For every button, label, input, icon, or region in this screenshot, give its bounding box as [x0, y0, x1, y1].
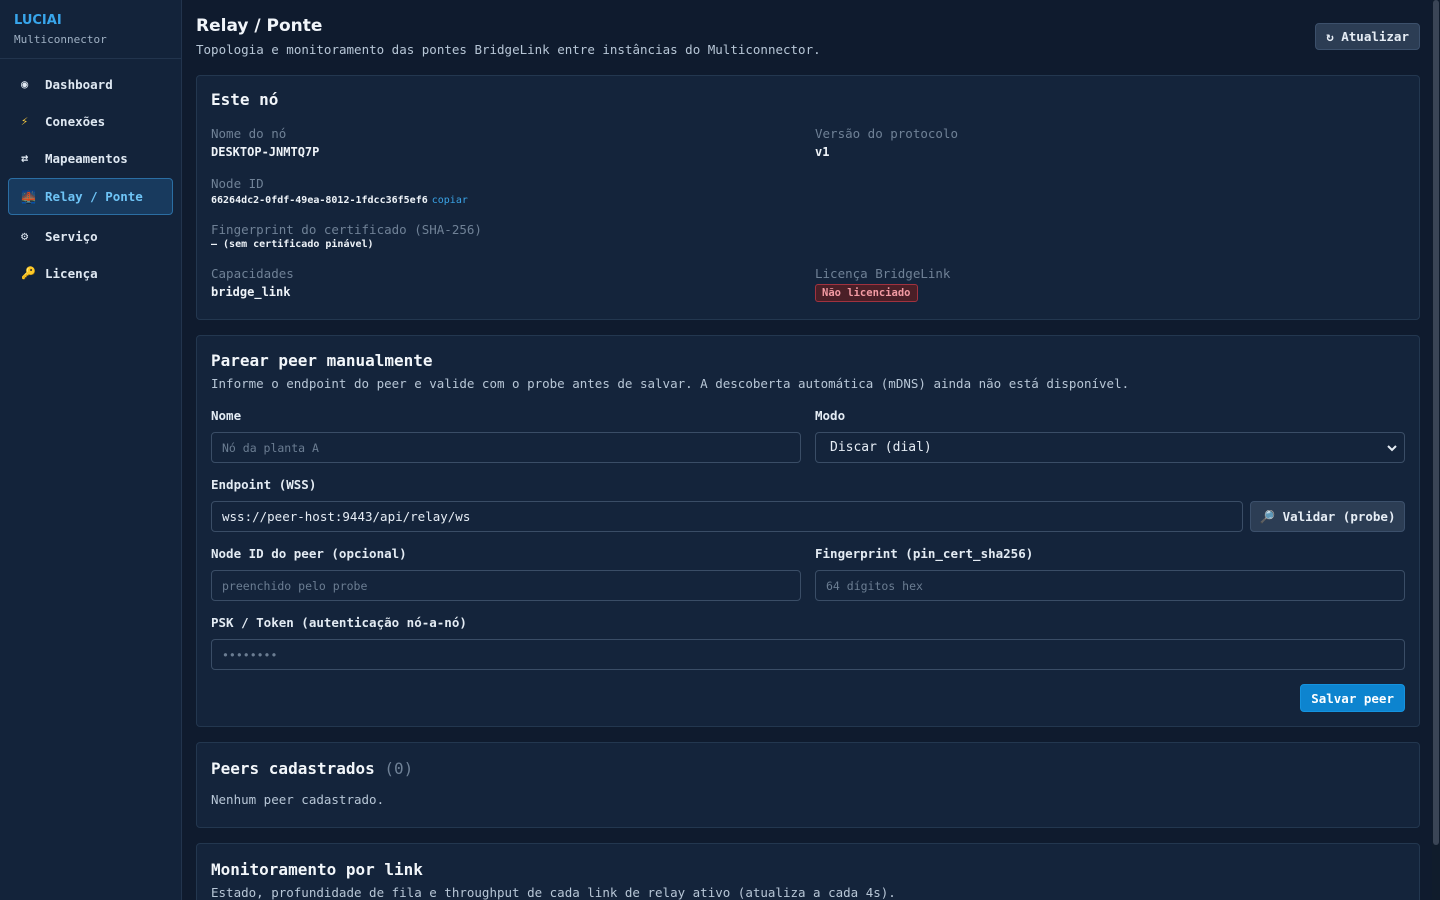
sidebar-item-label: Licença [45, 265, 98, 281]
page-header: Relay / Ponte Topologia e monitoramento … [196, 0, 1420, 75]
endpoint-input[interactable]: wss://peer-host:9443/api/relay/ws [211, 501, 1243, 532]
peers-card-title: Peers cadastrados (0) [211, 759, 1405, 778]
probe-button[interactable]: 🔎 Validar (probe) [1250, 501, 1405, 532]
sidebar-item-label: Mapeamentos [45, 150, 128, 166]
mode-field-label: Modo [815, 408, 846, 423]
pair-peer-card: Parear peer manualmente Informe o endpoi… [196, 335, 1420, 727]
node-id-value: 66264dc2-0fdf-49ea-8012-1fdcc36f5ef6 [211, 195, 428, 206]
monitor-card-description: Estado, profundidade de fila e throughpu… [211, 885, 896, 900]
monitor-card-title: Monitoramento por link [211, 860, 423, 879]
gear-icon: ⚙ [21, 229, 29, 243]
sidebar-item-licenca[interactable]: 🔑 Licença [8, 255, 173, 291]
capabilities-value: bridge_link [211, 285, 291, 299]
endpoint-field-label: Endpoint (WSS) [211, 477, 317, 492]
lightning-icon: ⚡ [21, 114, 29, 128]
capabilities-label: Capacidades [211, 266, 294, 281]
fingerprint-value: — (sem certificado pinável) [211, 239, 374, 250]
refresh-button[interactable]: ↻ Atualizar [1315, 23, 1420, 50]
peer-node-id-input[interactable]: preenchido pelo probe [211, 570, 801, 601]
sidebar: LUCIAI Multiconnector ◉ Dashboard ⚡ Cone… [0, 0, 182, 900]
protocol-version-label: Versão do protocolo [815, 126, 958, 141]
pair-card-description: Informe o endpoint do peer e valide com … [211, 376, 1130, 391]
sidebar-item-label: Dashboard [45, 76, 113, 92]
peers-title-text: Peers cadastrados [211, 759, 375, 778]
peers-count: (0) [384, 759, 414, 778]
psk-input[interactable]: •••••••• [211, 639, 1405, 670]
dashboard-icon: ◉ [21, 77, 29, 91]
sidebar-item-servico[interactable]: ⚙ Serviço [8, 218, 173, 254]
sidebar-item-dashboard[interactable]: ◉ Dashboard [8, 66, 173, 102]
sidebar-item-mapeamentos[interactable]: ⇄ Mapeamentos [8, 140, 173, 176]
brand: LUCIAI Multiconnector [0, 0, 181, 59]
node-id-label: Node ID [211, 176, 264, 191]
peers-card: Peers cadastrados (0) Nenhum peer cadast… [196, 742, 1420, 828]
save-peer-button[interactable]: Salvar peer [1300, 684, 1405, 712]
peer-fingerprint-label: Fingerprint (pin_cert_sha256) [815, 546, 1034, 561]
peers-empty-message: Nenhum peer cadastrado. [211, 792, 385, 807]
brand-subtitle: Multiconnector [14, 33, 107, 46]
name-field-label: Nome [211, 408, 242, 423]
node-card: Este nó Nome do nó DESKTOP-JNMTQ7P Versã… [196, 75, 1420, 320]
sidebar-nav: ◉ Dashboard ⚡ Conexões ⇄ Mapeamentos 🌉 R… [0, 59, 181, 299]
copy-node-id-link[interactable]: copiar [432, 195, 468, 206]
node-name-value: DESKTOP-JNMTQ7P [211, 145, 320, 159]
sidebar-item-conexoes[interactable]: ⚡ Conexões [8, 103, 173, 139]
mode-selected-value: Discar (dial) [830, 440, 932, 455]
mode-select[interactable]: Discar (dial) [815, 432, 1405, 463]
protocol-version-value: v1 [815, 145, 830, 159]
name-input[interactable]: Nó da planta A [211, 432, 801, 463]
sidebar-item-label: Relay / Ponte [45, 189, 143, 204]
monitor-card: Monitoramento por link Estado, profundid… [196, 843, 1420, 900]
sidebar-item-relay-ponte[interactable]: 🌉 Relay / Ponte [8, 178, 173, 215]
peer-node-id-label: Node ID do peer (opcional) [211, 546, 407, 561]
sidebar-item-label: Serviço [45, 228, 98, 244]
pair-card-title: Parear peer manualmente [211, 351, 433, 370]
chevron-down-icon [1387, 444, 1397, 451]
sidebar-item-label: Conexões [45, 113, 106, 129]
brand-title: LUCIAI [14, 13, 62, 28]
peer-fingerprint-input[interactable]: 64 dígitos hex [815, 570, 1405, 601]
scrollbar-thumb[interactable] [1433, 0, 1439, 845]
arrows-exchange-icon: ⇄ [21, 151, 29, 165]
bridge-icon: 🌉 [21, 189, 36, 204]
fingerprint-label: Fingerprint do certificado (SHA-256) [211, 222, 482, 237]
node-name-label: Nome do nó [211, 126, 287, 141]
node-card-title: Este nó [211, 90, 279, 109]
main-content: Relay / Ponte Topologia e monitoramento … [182, 0, 1432, 900]
psk-field-label: PSK / Token (autenticação nó-a-nó) [211, 615, 467, 630]
key-icon: 🔑 [21, 266, 36, 280]
node-id-row: 66264dc2-0fdf-49ea-8012-1fdcc36f5ef6 copi… [211, 195, 1405, 206]
license-label: Licença BridgeLink [815, 266, 951, 281]
main-scrollbar[interactable] [1432, 0, 1440, 900]
license-status-badge: Não licenciado [815, 284, 918, 302]
page-subtitle: Topologia e monitoramento das pontes Bri… [196, 42, 821, 57]
page-title: Relay / Ponte [196, 16, 323, 36]
